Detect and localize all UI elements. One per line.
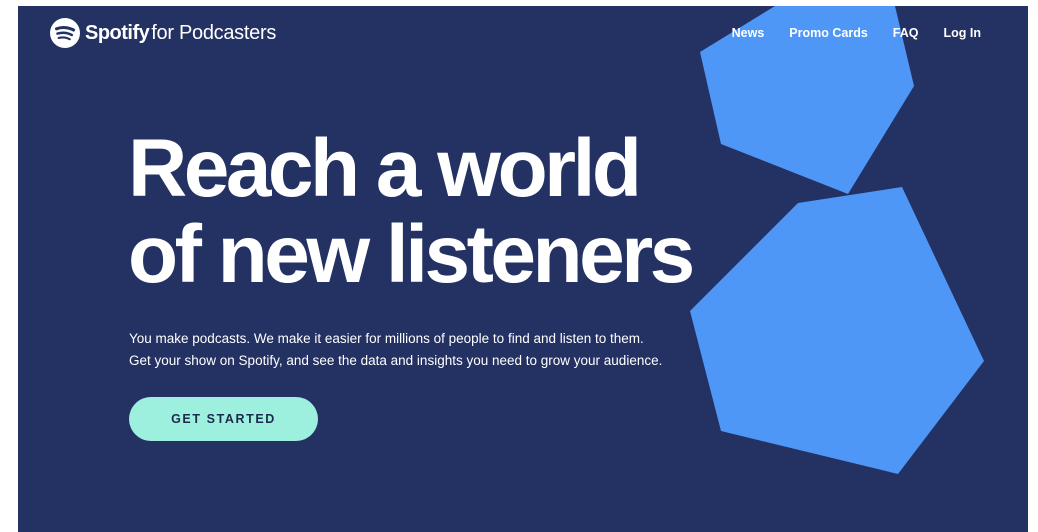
blue-pentagon-bottom <box>690 187 984 474</box>
get-started-button[interactable]: GET STARTED <box>129 397 318 441</box>
headline-line-2: of new listeners <box>128 209 695 300</box>
nav-link-news[interactable]: News <box>732 26 765 40</box>
nav-link-promo-cards[interactable]: Promo Cards <box>789 26 868 40</box>
subtext-line-1: You make podcasts. We make it easier for… <box>129 331 644 346</box>
hero-section: Spotify for Podcasters News Promo Cards … <box>18 6 1028 532</box>
logo-brand: Spotify <box>85 21 150 44</box>
spotify-logo-icon <box>50 18 80 48</box>
hero-headline: Reach a world of new listeners <box>128 123 695 300</box>
nav-link-faq[interactable]: FAQ <box>893 26 919 40</box>
subtext-line-2: Get your show on Spotify, and see the da… <box>129 353 663 368</box>
logo-suffix: for Podcasters <box>151 21 277 44</box>
top-nav: News Promo Cards FAQ Log In <box>732 26 981 40</box>
nav-link-log-in[interactable]: Log In <box>944 26 982 40</box>
spotify-for-podcasters-logo[interactable]: Spotify for Podcasters <box>50 18 276 48</box>
hero-subtext: You make podcasts. We make it easier for… <box>129 328 662 372</box>
headline-line-1: Reach a world <box>128 123 642 214</box>
